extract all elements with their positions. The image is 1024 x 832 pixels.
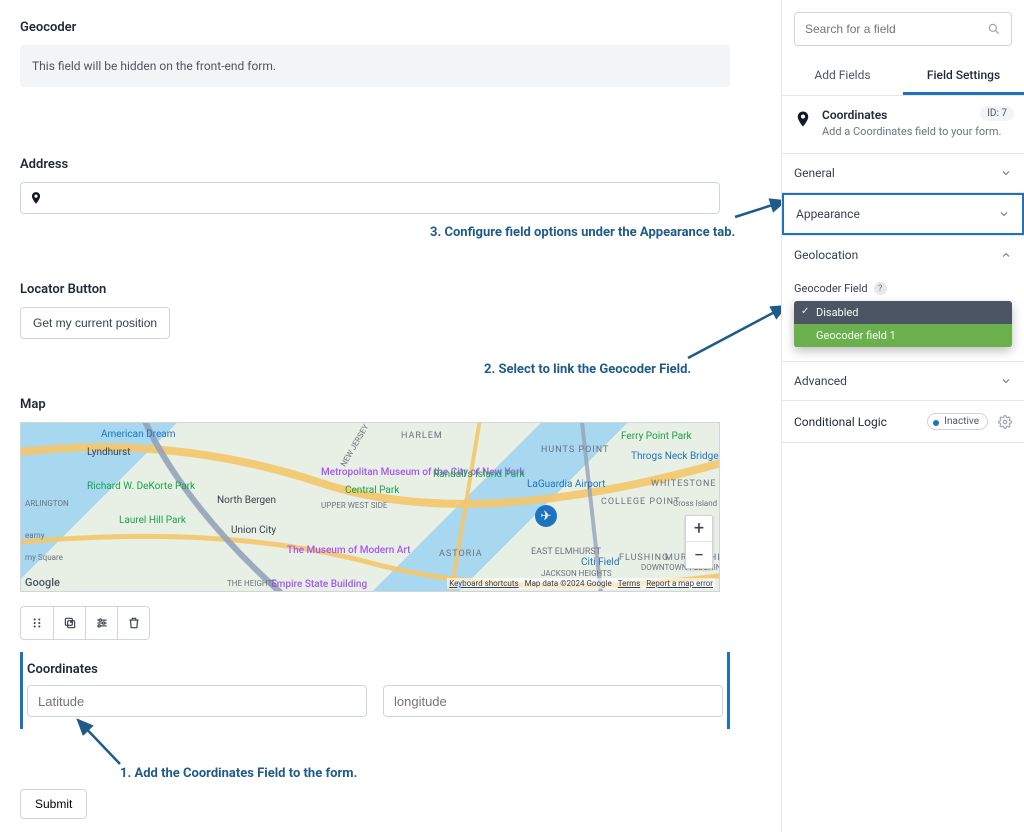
map-shortcuts-link[interactable]: Keyboard shortcuts [449, 579, 518, 588]
map-place-label: JACKSON HEIGHTS [541, 569, 612, 578]
map-attribution: Keyboard shortcuts Map data ©2024 Google… [447, 578, 715, 589]
form-preview: Geocoder This field will be hidden on th… [20, 20, 730, 819]
settings-sliders-icon[interactable] [85, 607, 117, 639]
map-place-label: Laurel Hill Park [119, 515, 186, 526]
arrow-icon [686, 302, 796, 362]
annotation-step-2: 2. Select to link the Geocoder Field. [484, 362, 691, 377]
section-advanced-toggle[interactable]: Advanced [782, 362, 1024, 400]
pin-icon [794, 110, 812, 128]
field-description: Add a Coordinates field to your form. [822, 124, 1001, 139]
latitude-input[interactable] [27, 685, 367, 717]
map-section: Map Lyndhurst American Dream Richard W. … [20, 397, 730, 592]
tab-field-settings[interactable]: Field Settings [903, 58, 1024, 95]
tab-add-fields[interactable]: Add Fields [782, 58, 903, 95]
map-place-label: Ferry Point Park [621, 431, 692, 442]
search-input[interactable] [805, 22, 987, 36]
field-header: Coordinates Add a Coordinates field to y… [782, 96, 1024, 154]
map-place-label: THE HEIGHTS [227, 579, 277, 588]
map-label: Map [20, 397, 730, 412]
annotation-step-3: 3. Configure field options under the App… [430, 225, 735, 240]
locator-label: Locator Button [20, 282, 730, 297]
geocoder-field-label: Geocoder Field ? [794, 282, 1012, 295]
zoom-out-button[interactable]: − [686, 542, 712, 568]
map-place-label: Cross Island Pkwy [673, 499, 720, 508]
field-title: Coordinates [822, 108, 1001, 122]
section-geolocation-toggle[interactable]: Geolocation [782, 236, 1024, 274]
section-advanced: Advanced [782, 362, 1024, 401]
map-place-label: Central Park [345, 485, 399, 496]
section-appearance-toggle[interactable]: Appearance [782, 193, 1024, 235]
map-place-label: HUNTS POINT [541, 445, 609, 455]
search-icon [987, 22, 1001, 36]
map-place-label: LaGuardia Airport [527, 479, 605, 490]
google-logo: Google [25, 576, 60, 589]
section-conditional-logic[interactable]: Conditional Logic Inactive [782, 401, 1024, 443]
map-place-label: Throgs Neck Bridge [631, 451, 719, 462]
conditional-logic-label: Conditional Logic [794, 415, 887, 429]
gear-icon[interactable] [998, 415, 1012, 429]
get-position-button[interactable]: Get my current position [20, 307, 170, 339]
map-place-label: Randall's Island Park [433, 469, 525, 480]
map-zoom-controls: + − [685, 515, 713, 569]
status-badge-inactive: Inactive [927, 413, 988, 430]
map-report-link[interactable]: Report a map error [646, 579, 713, 588]
help-icon[interactable]: ? [874, 282, 887, 295]
map-place-label: UPPER WEST SIDE [321, 501, 387, 510]
zoom-in-button[interactable]: + [686, 516, 712, 542]
map-pin-icon: ✈ [535, 505, 557, 527]
map-place-label: ASTORIA [439, 549, 483, 559]
map-place-label: COLLEGE POINT [601, 497, 680, 507]
pin-icon [29, 191, 43, 205]
arrow-icon [70, 716, 130, 766]
chevron-down-icon [1000, 167, 1012, 179]
coordinates-label: Coordinates [27, 662, 723, 677]
map-place-label: earny [25, 531, 45, 540]
section-general-toggle[interactable]: General [782, 154, 1024, 192]
sidebar-tabs: Add Fields Field Settings [782, 58, 1024, 96]
map-place-label: North Bergen [217, 495, 276, 506]
annotation-step-1: 1. Add the Coordinates Field to the form… [120, 766, 357, 781]
map-place-label: Empire State Building [271, 579, 367, 590]
map-place-label: Lyndhurst [87, 447, 130, 458]
longitude-input[interactable] [383, 685, 723, 717]
locator-section: Locator Button Get my current position [20, 282, 730, 339]
sidebar: Add Fields Field Settings Coordinates Ad… [781, 0, 1024, 832]
drag-handle-icon[interactable] [21, 607, 53, 639]
map-place-label: Citi Field [581, 557, 619, 568]
address-label: Address [20, 157, 730, 172]
address-section: Address [20, 157, 730, 214]
section-general: General [782, 154, 1024, 193]
chevron-down-icon [1000, 375, 1012, 387]
chevron-up-icon [1000, 249, 1012, 261]
map-place-label: The Museum of Modern Art [287, 545, 411, 556]
section-geolocation: Geolocation Geocoder Field ? Disabled Ge… [782, 236, 1024, 362]
field-id-badge: ID: 7 [980, 106, 1014, 121]
geocoder-hidden-notice: This field will be hidden on the front-e… [20, 45, 730, 87]
geocoder-field-dropdown[interactable]: Disabled Geocoder field 1 [794, 301, 1012, 347]
address-input[interactable] [20, 182, 720, 214]
geocoder-section: Geocoder This field will be hidden on th… [20, 20, 730, 87]
map-place-label: American Dream [101, 429, 175, 440]
map-canvas[interactable]: Lyndhurst American Dream Richard W. DeKo… [20, 422, 720, 592]
map-place-label: HARLEM [401, 431, 443, 441]
field-toolbar [20, 606, 150, 640]
dropdown-option-geocoder-1[interactable]: Geocoder field 1 [794, 324, 1012, 347]
map-data-label: Map data ©2024 Google [525, 579, 612, 588]
map-place-label: FLUSHING [619, 553, 669, 563]
section-appearance: Appearance [782, 193, 1024, 236]
map-place-label: Union City [231, 525, 276, 536]
geocoder-label: Geocoder [20, 20, 730, 35]
duplicate-button[interactable] [53, 607, 85, 639]
map-place-label: ARLINGTON [25, 499, 69, 508]
map-place-label: WHITESTONE [651, 479, 717, 489]
dropdown-option-disabled[interactable]: Disabled [794, 301, 1012, 324]
map-terms-link[interactable]: Terms [618, 579, 640, 588]
map-place-label: Richard W. DeKorte Park [87, 481, 195, 492]
search-input-wrap[interactable] [794, 12, 1012, 46]
chevron-down-icon [998, 208, 1010, 220]
map-place-label: rny Square [25, 553, 63, 562]
delete-button[interactable] [117, 607, 149, 639]
submit-button[interactable]: Submit [20, 789, 87, 819]
map-place-label: EAST ELMHURST [531, 547, 601, 557]
